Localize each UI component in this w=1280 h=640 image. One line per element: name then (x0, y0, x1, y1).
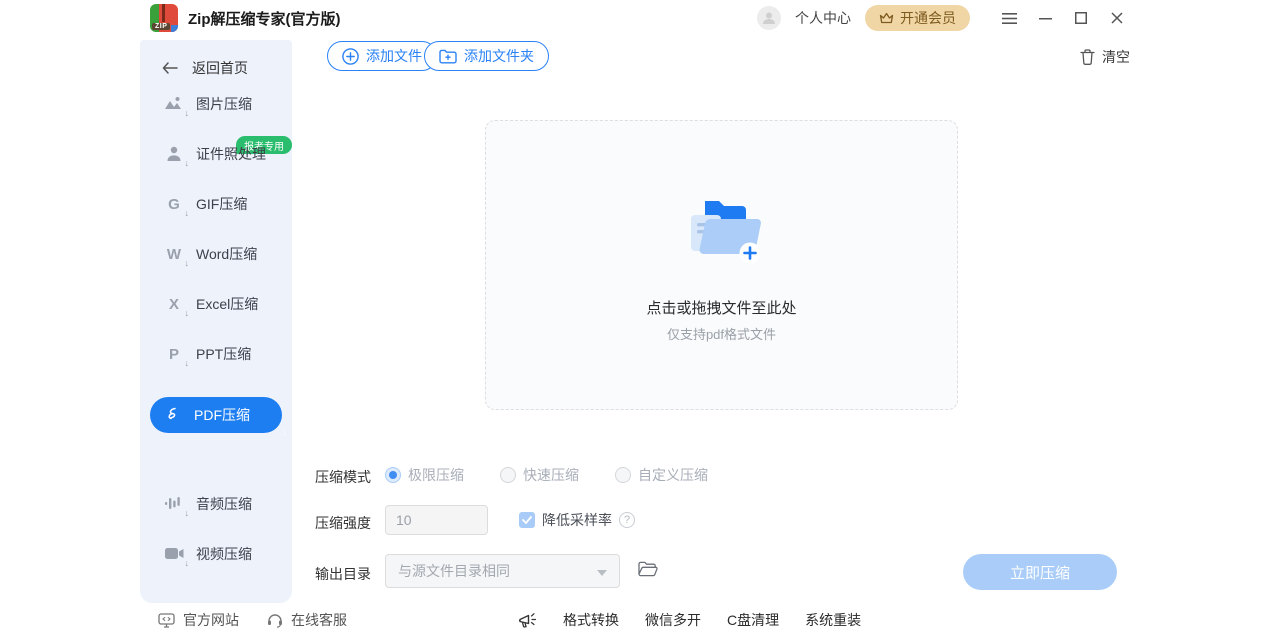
radio-unselected-icon (615, 467, 631, 483)
add-file-button[interactable]: 添加文件 (327, 41, 437, 71)
monitor-icon (158, 613, 175, 628)
app-window: ZIP Zip解压缩专家(官方版) 个人中心 开通会员 (0, 0, 1280, 640)
menu-icon[interactable] (996, 5, 1022, 31)
sidebar-item-ppt-compress[interactable]: P↓ PPT压缩 (164, 340, 284, 368)
official-site-link[interactable]: 官方网站 (158, 610, 239, 630)
radio-custom-compress[interactable]: 自定义压缩 (615, 465, 708, 485)
sidebar-item-image-compress[interactable]: ↓ 图片压缩 (164, 90, 284, 118)
compress-now-button[interactable]: 立即压缩 (963, 554, 1117, 590)
pdf-icon: ↓ (166, 407, 182, 423)
add-files-folder-icon (679, 195, 765, 265)
logo-zip-label: ZIP (152, 23, 170, 30)
strength-input[interactable] (385, 505, 488, 535)
radio-extreme-compress[interactable]: 极限压缩 (385, 465, 464, 485)
downsample-checkbox-row[interactable]: 降低采样率 ? (519, 510, 635, 530)
sidebar: 返回首页 ↓ 图片压缩 报考专用 ↓ 证件照处理 G↓ GIF压缩 W (140, 40, 292, 603)
chevron-down-icon (597, 570, 607, 576)
app-logo-icon: ZIP (150, 4, 178, 32)
browse-folder-icon[interactable] (638, 561, 658, 577)
checkbox-checked-icon (519, 512, 535, 528)
maximize-button[interactable] (1068, 5, 1094, 31)
gif-icon: G↓ (164, 194, 184, 214)
sidebar-item-word-compress[interactable]: W↓ Word压缩 (164, 240, 284, 268)
add-folder-button[interactable]: 添加文件夹 (424, 41, 549, 71)
minimize-button[interactable] (1032, 5, 1058, 31)
app-title: Zip解压缩专家(官方版) (188, 8, 340, 29)
excel-icon: X↓ (164, 294, 184, 314)
sidebar-item-gif-compress[interactable]: G↓ GIF压缩 (164, 190, 284, 218)
back-arrow-icon (162, 62, 178, 74)
clear-button[interactable]: 清空 (1080, 47, 1130, 67)
output-dir-select[interactable]: 与源文件目录相同 (385, 554, 620, 588)
sidebar-item-audio-compress[interactable]: ↓ 音频压缩 (164, 490, 284, 518)
dropzone-sub-text: 仅支持pdf格式文件 (667, 324, 776, 343)
sidebar-item-pdf-compress-active[interactable]: ↓ PDF压缩 (150, 397, 282, 433)
help-icon[interactable]: ? (619, 512, 635, 528)
audio-icon: ↓ (164, 494, 184, 514)
radio-unselected-icon (500, 467, 516, 483)
back-home-button[interactable]: 返回首页 (162, 58, 248, 78)
megaphone-icon (518, 612, 537, 629)
plus-circle-icon (342, 48, 359, 65)
trash-icon (1080, 49, 1095, 65)
footer: 官方网站 在线客服 格式转换 微信多开 C盘清理 系统重装 (0, 610, 1280, 640)
user-center-link[interactable]: 个人中心 (795, 8, 851, 28)
folder-plus-icon (439, 49, 457, 64)
output-label: 输出目录 (315, 564, 371, 584)
radio-selected-icon (385, 467, 401, 483)
online-support-link[interactable]: 在线客服 (267, 610, 347, 630)
id-photo-icon: ↓ (164, 144, 184, 164)
strength-label: 压缩强度 (315, 513, 371, 533)
crown-icon (879, 12, 894, 25)
image-icon: ↓ (164, 94, 184, 114)
system-reinstall-link[interactable]: 系统重装 (805, 610, 861, 630)
word-icon: W↓ (164, 244, 184, 264)
titlebar: ZIP Zip解压缩专家(官方版) 个人中心 开通会员 (0, 0, 1280, 36)
sidebar-item-id-photo[interactable]: ↓ 证件照处理 (164, 140, 284, 168)
sidebar-item-video-compress[interactable]: ↓ 视频压缩 (164, 540, 284, 568)
format-convert-link[interactable]: 格式转换 (563, 610, 619, 630)
compress-mode-group: 极限压缩 快速压缩 自定义压缩 (385, 465, 708, 485)
dropzone-main-text: 点击或拖拽文件至此处 (646, 297, 796, 318)
file-dropzone[interactable]: 点击或拖拽文件至此处 仅支持pdf格式文件 (485, 120, 958, 410)
cdrive-clean-link[interactable]: C盘清理 (727, 610, 779, 630)
video-icon: ↓ (164, 544, 184, 564)
headset-icon (267, 612, 283, 628)
avatar[interactable] (757, 6, 781, 30)
wechat-multi-link[interactable]: 微信多开 (645, 610, 701, 630)
close-button[interactable] (1104, 5, 1130, 31)
ppt-icon: P↓ (164, 344, 184, 364)
radio-fast-compress[interactable]: 快速压缩 (500, 465, 579, 485)
open-vip-button[interactable]: 开通会员 (865, 5, 970, 31)
mode-label: 压缩模式 (315, 467, 371, 487)
sidebar-item-excel-compress[interactable]: X↓ Excel压缩 (164, 290, 284, 318)
